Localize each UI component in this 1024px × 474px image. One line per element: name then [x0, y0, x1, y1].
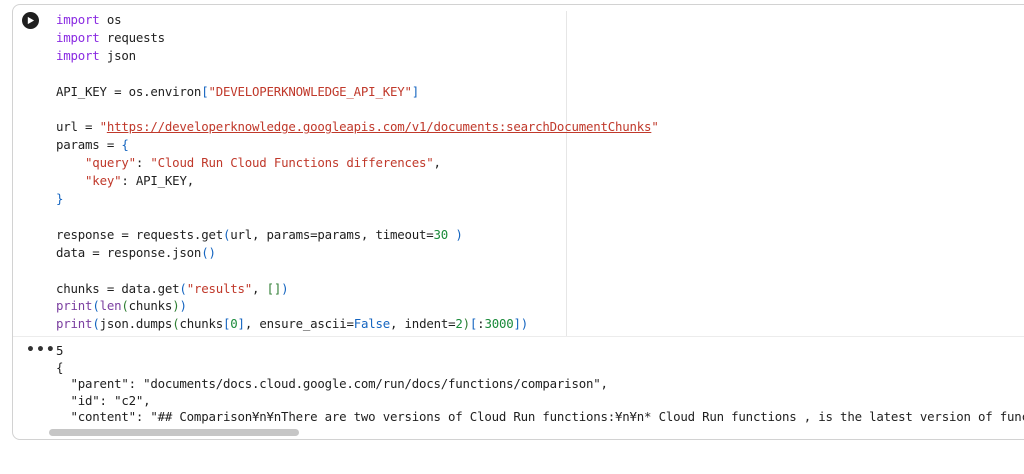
code-token: requests — [99, 29, 165, 45]
code-token: json.dumps — [99, 316, 173, 332]
code-token: chunks — [179, 316, 224, 332]
run-cell-button[interactable] — [22, 12, 39, 29]
code-token: chunks — [128, 298, 173, 314]
code-token: "Cloud Run Cloud Functions differences" — [150, 155, 434, 171]
code-token: import — [56, 47, 100, 63]
code-line: chunks = data.get("results", []) — [56, 280, 289, 298]
output-actions-menu-button[interactable]: ••• — [26, 342, 56, 358]
code-token: 30 — [433, 226, 449, 242]
code-token: API_KEY = os.environ — [56, 83, 202, 99]
notebook-cell: import os import requests import json API_K… — [12, 4, 1024, 440]
output-horizontal-scrollbar[interactable] — [49, 429, 1024, 437]
code-line: "key": API_KEY, — [56, 172, 194, 190]
code-token: ) — [520, 316, 529, 332]
code-token: chunks = data.get — [56, 280, 180, 296]
output-line: "content": "## Comparison¥n¥nThere are t… — [70, 409, 1024, 424]
code-line: import json — [56, 47, 136, 65]
code-token: , indent= — [390, 316, 456, 332]
code-token: params = — [56, 137, 122, 153]
code-token: "key" — [85, 173, 122, 189]
code-line: response = requests.get(url, params=para… — [56, 226, 463, 244]
code-token: ( — [121, 298, 129, 314]
code-token: https://developerknowledge.googleapis.co… — [106, 119, 652, 135]
code-line: print(len(chunks)) — [56, 297, 187, 315]
code-token: ) — [281, 280, 289, 296]
code-token: 2 — [455, 316, 463, 332]
code-token: print — [56, 316, 93, 332]
code-token: 3000 — [484, 316, 514, 332]
code-token: , ensure_ascii= — [244, 316, 354, 332]
code-token: ] — [237, 316, 245, 332]
code-token: " — [99, 119, 107, 135]
cell-output-divider — [13, 336, 1024, 337]
code-editor[interactable]: import os import requests import json API_K… — [56, 11, 659, 336]
code-token: : — [135, 155, 151, 171]
code-token: ( — [92, 298, 100, 314]
code-line: params = { — [56, 136, 129, 154]
output-line: 5 — [56, 343, 64, 358]
code-token: import — [56, 12, 100, 27]
code-line: import requests — [56, 29, 165, 47]
code-token: " — [651, 119, 659, 135]
code-token: data = response.json — [56, 244, 202, 260]
play-icon — [26, 16, 35, 25]
code-token: 0 — [230, 316, 238, 332]
code-token: os — [99, 12, 122, 27]
code-token: () — [201, 244, 216, 260]
code-token: response = requests.get — [56, 226, 223, 242]
code-token: import — [56, 29, 100, 45]
code-token: : API_KEY, — [121, 173, 194, 189]
code-line: API_KEY = os.environ["DEVELOPERKNOWLEDGE… — [56, 83, 419, 101]
scrollbar-thumb[interactable] — [49, 429, 299, 436]
code-token: ) — [448, 226, 463, 242]
code-token: len — [99, 298, 122, 314]
code-line: data = response.json() — [56, 244, 216, 262]
code-line: print(json.dumps(chunks[0], ensure_ascii… — [56, 315, 528, 333]
code-token: ) — [179, 298, 187, 314]
code-line: import os — [56, 11, 122, 29]
code-token: ( — [92, 316, 100, 332]
code-token: False — [353, 316, 391, 332]
code-token: print — [56, 298, 93, 314]
output-line: "id": "c2", — [56, 392, 151, 408]
code-token: ( — [179, 280, 187, 296]
code-token: ) — [462, 316, 470, 332]
code-token: , — [252, 280, 267, 296]
code-token: ] — [513, 316, 521, 332]
code-line: "query": "Cloud Run Cloud Functions diff… — [56, 154, 441, 172]
code-token: json — [99, 47, 136, 63]
output-line: "parent": "documents/docs.cloud.google.c… — [56, 376, 608, 391]
code-token: , — [433, 155, 441, 171]
code-token: url, params=params, timeout= — [230, 226, 434, 242]
code-token: { — [121, 137, 129, 153]
code-token: "DEVELOPERKNOWLEDGE_API_KEY" — [208, 83, 412, 99]
code-line: url = "https://developerknowledge.google… — [56, 118, 659, 136]
code-line: } — [56, 190, 63, 208]
code-token: "results" — [186, 280, 253, 296]
cell-output: 5{ "parent": "documents/docs.cloud.googl… — [56, 342, 1024, 424]
code-token: "query" — [85, 155, 136, 171]
output-line: { — [56, 359, 64, 375]
code-token: url = — [56, 119, 100, 135]
code-token: [] — [266, 280, 282, 296]
code-token: } — [56, 191, 64, 206]
code-token: ] — [411, 83, 420, 99]
